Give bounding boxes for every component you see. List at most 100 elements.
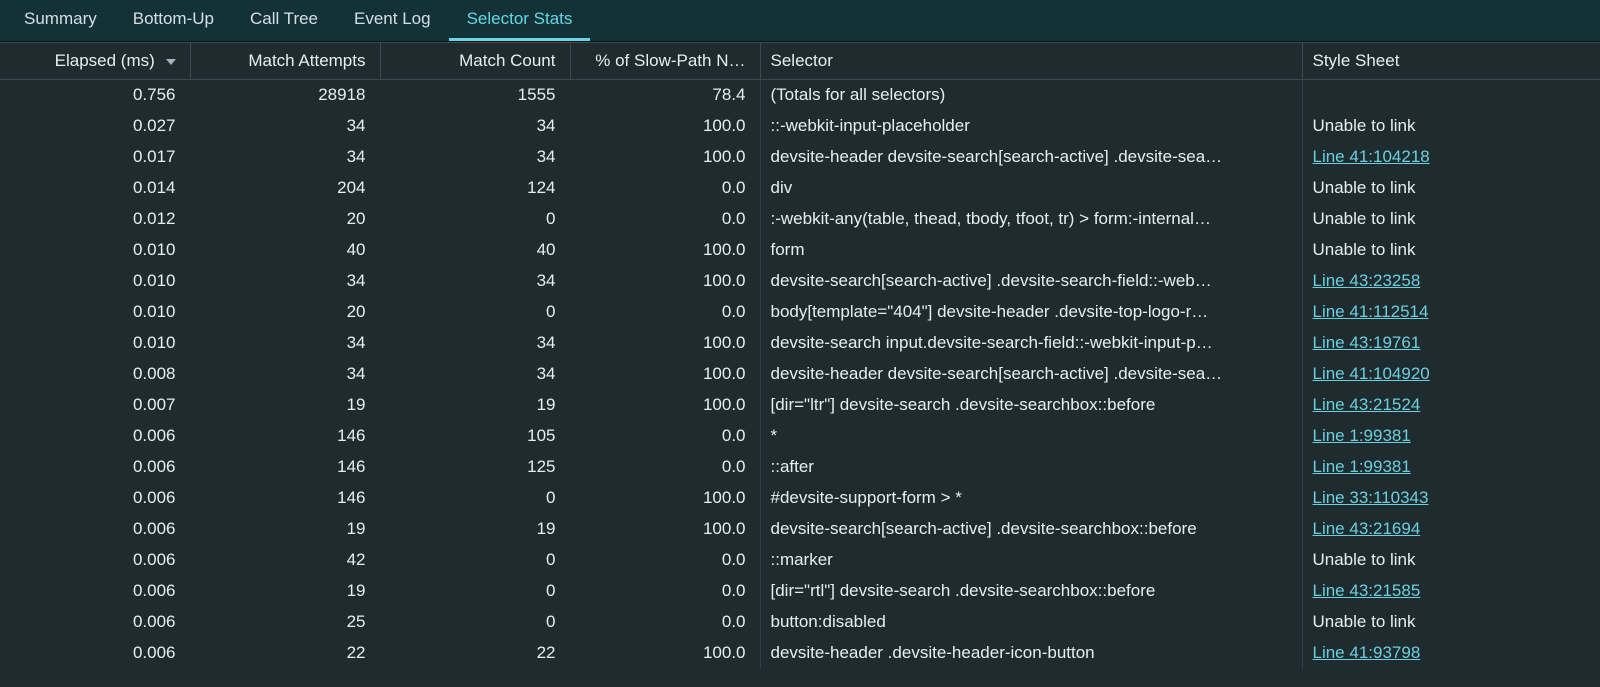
cell-style-sheet: Line 33:110343 <box>1302 483 1600 514</box>
table-row[interactable]: 0.0061461050.0*Line 1:99381 <box>0 421 1600 452</box>
tab-summary[interactable]: Summary <box>6 0 115 41</box>
selector-stats-table-wrap: Elapsed (ms) Match Attempts Match Count … <box>0 42 1600 687</box>
cell-selector: div <box>760 173 1302 204</box>
cell-elapsed: 0.010 <box>0 235 190 266</box>
tab-label: Summary <box>24 9 97 29</box>
tab-call-tree[interactable]: Call Tree <box>232 0 336 41</box>
cell-elapsed: 0.006 <box>0 545 190 576</box>
table-row[interactable]: 0.0061900.0[dir="rtl"] devsite-search .d… <box>0 576 1600 607</box>
cell-style-sheet: Line 43:21694 <box>1302 514 1600 545</box>
tab-selector-stats[interactable]: Selector Stats <box>449 0 591 41</box>
table-row[interactable]: 0.0061919100.0devsite-search[search-acti… <box>0 514 1600 545</box>
cell-match-attempts: 146 <box>190 421 380 452</box>
cell-style-sheet <box>1302 80 1600 111</box>
cell-elapsed: 0.006 <box>0 638 190 669</box>
cell-style-sheet: Line 43:21524 <box>1302 390 1600 421</box>
style-sheet-link[interactable]: Line 1:99381 <box>1313 426 1411 445</box>
cell-match-count: 0 <box>380 204 570 235</box>
col-header-pct-slow-path[interactable]: % of Slow-Path N… <box>570 43 760 80</box>
cell-match-attempts: 20 <box>190 204 380 235</box>
cell-elapsed: 0.017 <box>0 142 190 173</box>
table-row[interactable]: 0.0103434100.0devsite-search input.devsi… <box>0 328 1600 359</box>
cell-selector: body[template="404"] devsite-header .dev… <box>760 297 1302 328</box>
cell-match-attempts: 25 <box>190 607 380 638</box>
cell-selector: * <box>760 421 1302 452</box>
cell-style-sheet: Unable to link <box>1302 111 1600 142</box>
table-row[interactable]: 0.0061461250.0::afterLine 1:99381 <box>0 452 1600 483</box>
cell-match-count: 105 <box>380 421 570 452</box>
col-header-match-count[interactable]: Match Count <box>380 43 570 80</box>
table-row[interactable]: 0.0062500.0button:disabledUnable to link <box>0 607 1600 638</box>
cell-selector: #devsite-support-form > * <box>760 483 1302 514</box>
style-sheet-link[interactable]: Line 41:93798 <box>1313 643 1421 662</box>
cell-selector: devsite-header devsite-search[search-act… <box>760 359 1302 390</box>
cell-match-attempts: 34 <box>190 142 380 173</box>
cell-match-count: 1555 <box>380 80 570 111</box>
cell-elapsed: 0.006 <box>0 607 190 638</box>
cell-elapsed: 0.010 <box>0 297 190 328</box>
table-row[interactable]: 0.0173434100.0devsite-header devsite-sea… <box>0 142 1600 173</box>
table-row[interactable]: 0.0104040100.0formUnable to link <box>0 235 1600 266</box>
table-row[interactable]: 0.75628918155578.4(Totals for all select… <box>0 80 1600 111</box>
cell-selector: button:disabled <box>760 607 1302 638</box>
sort-descending-icon <box>166 59 176 65</box>
cell-style-sheet: Line 43:19761 <box>1302 328 1600 359</box>
cell-selector: ::-webkit-input-placeholder <box>760 111 1302 142</box>
cell-pct-slow-path: 100.0 <box>570 390 760 421</box>
cell-style-sheet: Line 43:23258 <box>1302 266 1600 297</box>
cell-selector: :-webkit-any(table, thead, tbody, tfoot,… <box>760 204 1302 235</box>
tab-bottom-up[interactable]: Bottom-Up <box>115 0 232 41</box>
col-header-elapsed[interactable]: Elapsed (ms) <box>0 43 190 80</box>
cell-pct-slow-path: 100.0 <box>570 514 760 545</box>
tab-label: Bottom-Up <box>133 9 214 29</box>
cell-match-count: 0 <box>380 607 570 638</box>
style-sheet-link[interactable]: Line 43:21585 <box>1313 581 1421 600</box>
cell-selector: (Totals for all selectors) <box>760 80 1302 111</box>
style-sheet-link[interactable]: Line 43:21524 <box>1313 395 1421 414</box>
table-row[interactable]: 0.0142041240.0divUnable to link <box>0 173 1600 204</box>
selector-stats-table: Elapsed (ms) Match Attempts Match Count … <box>0 42 1600 669</box>
cell-selector: ::after <box>760 452 1302 483</box>
cell-match-attempts: 20 <box>190 297 380 328</box>
cell-style-sheet: Line 1:99381 <box>1302 452 1600 483</box>
table-row[interactable]: 0.0071919100.0[dir="ltr"] devsite-search… <box>0 390 1600 421</box>
table-row[interactable]: 0.0122000.0:-webkit-any(table, thead, tb… <box>0 204 1600 235</box>
cell-match-attempts: 146 <box>190 483 380 514</box>
cell-elapsed: 0.006 <box>0 483 190 514</box>
cell-match-count: 0 <box>380 297 570 328</box>
style-sheet-link[interactable]: Line 41:112514 <box>1313 302 1429 321</box>
style-sheet-link[interactable]: Line 41:104218 <box>1313 147 1430 166</box>
tab-event-log[interactable]: Event Log <box>336 0 449 41</box>
style-sheet-link[interactable]: Line 43:23258 <box>1313 271 1421 290</box>
table-row[interactable]: 0.0103434100.0devsite-search[search-acti… <box>0 266 1600 297</box>
col-header-selector[interactable]: Selector <box>760 43 1302 80</box>
style-sheet-link[interactable]: Line 43:19761 <box>1313 333 1421 352</box>
cell-elapsed: 0.012 <box>0 204 190 235</box>
style-sheet-link[interactable]: Line 43:21694 <box>1313 519 1421 538</box>
table-row[interactable]: 0.0273434100.0::-webkit-input-placeholde… <box>0 111 1600 142</box>
col-header-style-sheet[interactable]: Style Sheet <box>1302 43 1600 80</box>
table-row[interactable]: 0.0061460100.0#devsite-support-form > *L… <box>0 483 1600 514</box>
style-sheet-link[interactable]: Line 41:104920 <box>1313 364 1430 383</box>
table-row[interactable]: 0.0062222100.0devsite-header .devsite-he… <box>0 638 1600 669</box>
cell-match-count: 19 <box>380 514 570 545</box>
cell-style-sheet: Line 41:104920 <box>1302 359 1600 390</box>
cell-pct-slow-path: 0.0 <box>570 576 760 607</box>
cell-match-count: 34 <box>380 328 570 359</box>
style-sheet-link[interactable]: Line 33:110343 <box>1313 488 1429 507</box>
col-header-match-attempts[interactable]: Match Attempts <box>190 43 380 80</box>
table-row[interactable]: 0.0102000.0body[template="404"] devsite-… <box>0 297 1600 328</box>
cell-style-sheet: Line 41:93798 <box>1302 638 1600 669</box>
cell-pct-slow-path: 100.0 <box>570 235 760 266</box>
cell-match-attempts: 34 <box>190 328 380 359</box>
cell-pct-slow-path: 0.0 <box>570 297 760 328</box>
cell-elapsed: 0.006 <box>0 421 190 452</box>
cell-match-attempts: 40 <box>190 235 380 266</box>
cell-style-sheet: Line 41:112514 <box>1302 297 1600 328</box>
cell-style-sheet: Unable to link <box>1302 607 1600 638</box>
table-row[interactable]: 0.0064200.0::markerUnable to link <box>0 545 1600 576</box>
style-sheet-link[interactable]: Line 1:99381 <box>1313 457 1411 476</box>
cell-selector: [dir="rtl"] devsite-search .devsite-sear… <box>760 576 1302 607</box>
table-row[interactable]: 0.0083434100.0devsite-header devsite-sea… <box>0 359 1600 390</box>
cell-match-attempts: 34 <box>190 266 380 297</box>
